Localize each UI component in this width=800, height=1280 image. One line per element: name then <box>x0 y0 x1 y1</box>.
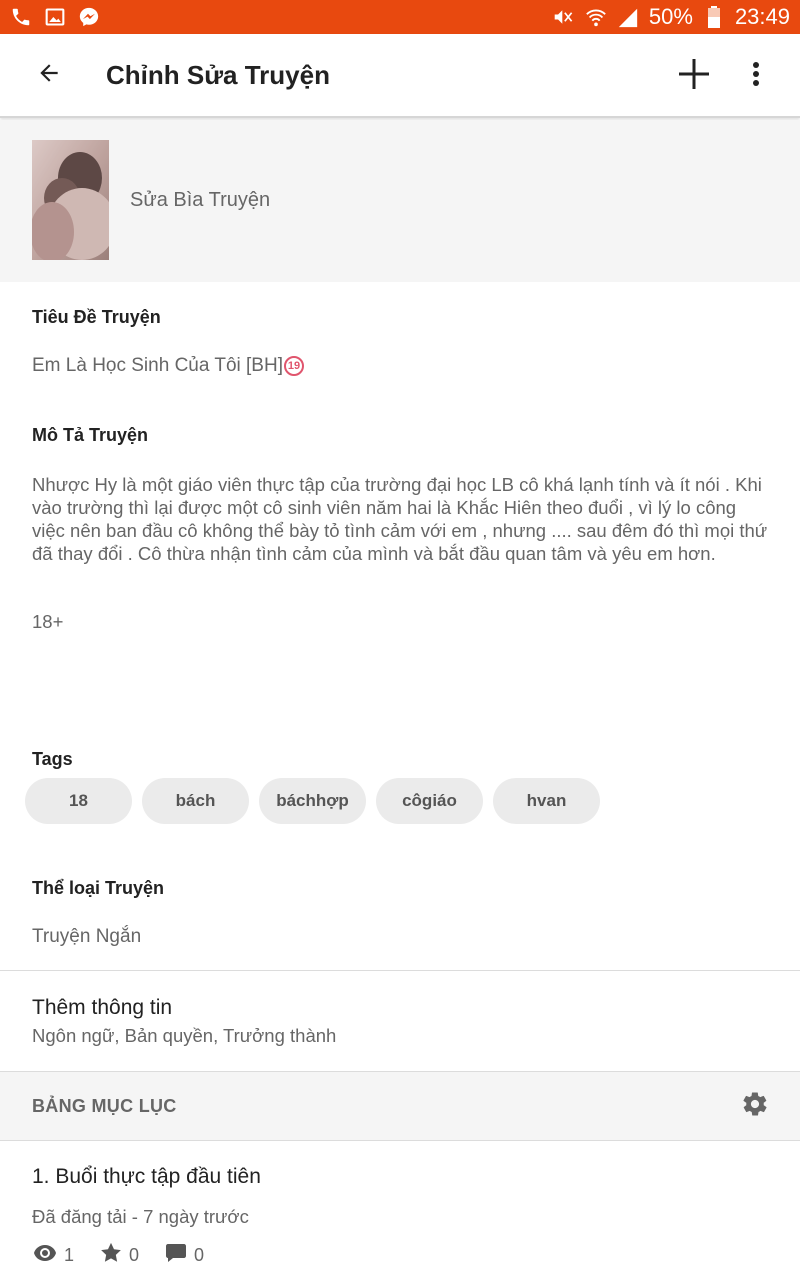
eye-icon <box>33 1244 57 1267</box>
category-value[interactable]: Truyện Ngắn <box>32 926 141 948</box>
phone-icon <box>10 6 32 28</box>
wifi-icon <box>585 6 607 28</box>
description-extra: 18+ <box>32 611 64 632</box>
comments-count: 0 <box>194 1244 205 1265</box>
battery-percent: 50% <box>648 4 693 29</box>
category-label: Thể loại Truyện <box>32 878 165 898</box>
add-button[interactable] <box>670 52 718 100</box>
story-title-field[interactable]: Em Là Học Sinh Của Tôi [BH] 19 <box>32 355 304 377</box>
signal-icon <box>617 6 639 28</box>
more-info-subtitle: Ngôn ngữ, Bản quyền, Trưởng thành <box>32 1025 337 1046</box>
plus-icon <box>677 57 711 96</box>
tag-chip[interactable]: bách <box>142 778 249 824</box>
tag-chip[interactable]: hvan <box>493 778 600 824</box>
toc-header: BẢNG MỤC LỤC <box>0 1071 800 1141</box>
views-count: 1 <box>64 1244 75 1265</box>
title-label: Tiêu Đề Truyện <box>32 307 161 327</box>
back-arrow-icon <box>36 60 62 91</box>
clock: 23:49 <box>734 4 790 29</box>
tag-list: 18 bách báchhợp côgiáo hvan <box>25 778 600 824</box>
tags-label: Tags <box>32 749 73 769</box>
cover-image[interactable] <box>32 140 109 260</box>
views-stat: 1 <box>33 1244 74 1267</box>
star-icon <box>100 1242 122 1268</box>
cover-section[interactable]: Sửa Bìa Truyện <box>0 120 800 282</box>
back-button[interactable] <box>25 51 73 99</box>
app-bar: Chỉnh Sửa Truyện <box>0 34 800 118</box>
status-bar: 50% 23:49 <box>0 0 800 34</box>
gallery-icon <box>44 6 66 28</box>
tag-chip[interactable]: 18 <box>25 778 132 824</box>
age-badge-text: 19 <box>287 360 301 372</box>
chapter-title: 1. Buổi thực tập đầu tiên <box>32 1165 261 1188</box>
votes-count: 0 <box>129 1244 140 1265</box>
page-title: Chỉnh Sửa Truyện <box>106 59 330 90</box>
messenger-icon <box>78 6 100 28</box>
toc-settings-button[interactable] <box>738 1089 772 1123</box>
comments-stat: 0 <box>165 1243 204 1268</box>
tag-chip[interactable]: côgiáo <box>376 778 483 824</box>
more-options-button[interactable] <box>736 52 776 100</box>
chapter-status: Đã đăng tải - 7 ngày trước <box>32 1206 249 1227</box>
description-label: Mô Tả Truyện <box>32 425 149 445</box>
description-field[interactable]: Nhược Hy là một giáo viên thực tập của t… <box>32 473 772 565</box>
gear-icon <box>741 1090 769 1123</box>
more-info-title: Thêm thông tin <box>32 996 173 1019</box>
tag-chip[interactable]: báchhợp <box>259 778 366 824</box>
divider <box>0 970 800 971</box>
mute-icon <box>553 6 575 28</box>
votes-stat: 0 <box>100 1242 139 1268</box>
edit-cover-label[interactable]: Sửa Bìa Truyện <box>130 189 270 212</box>
battery-icon <box>703 6 725 28</box>
age-19-badge-icon: 19 <box>283 356 304 376</box>
toc-title: BẢNG MỤC LỤC <box>32 1096 177 1116</box>
story-title-value: Em Là Học Sinh Của Tôi [BH] <box>32 355 283 376</box>
more-vert-icon <box>752 61 760 92</box>
chapter-stats: 1 0 0 <box>33 1242 230 1268</box>
comment-icon <box>165 1243 187 1268</box>
